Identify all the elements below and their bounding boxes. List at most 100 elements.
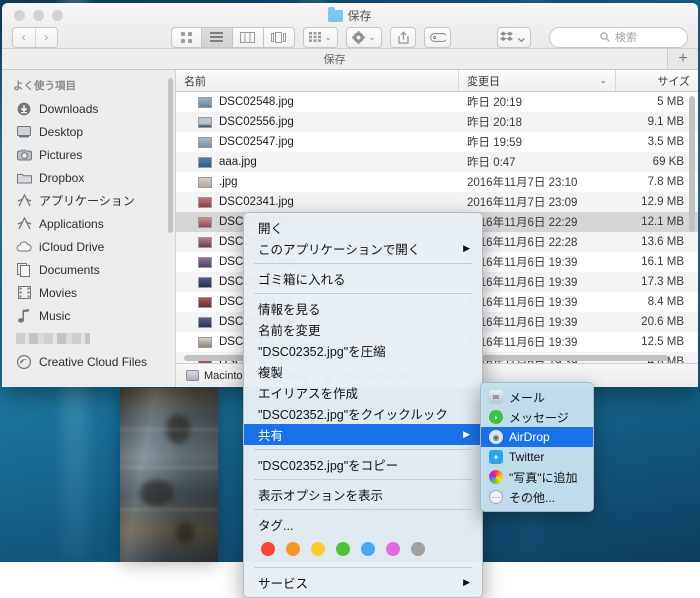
sidebar-item-applications-ja[interactable]: アプリケーション: [2, 189, 175, 212]
search-placeholder: 検索: [615, 29, 637, 45]
share-button[interactable]: [390, 27, 417, 48]
toolbar[interactable]: ‹ › ⌄: [2, 25, 698, 49]
file-date-cell: 昨日 20:18: [459, 114, 616, 130]
menu-item-open-with[interactable]: このアプリケーションで開く ▶: [244, 238, 482, 259]
sidebar-item-creative-cloud-files[interactable]: Creative Cloud Files: [2, 350, 175, 373]
menu-item-show-view-options[interactable]: 表示オプションを表示: [244, 484, 482, 505]
menu-item-move-to-trash[interactable]: ゴミ箱に入れる: [244, 268, 482, 289]
sidebar-item-label: Pictures: [39, 148, 82, 162]
tag-color-gray[interactable]: [411, 542, 425, 556]
back-button[interactable]: ‹: [13, 28, 36, 47]
forward-button[interactable]: ›: [36, 28, 58, 47]
table-row[interactable]: DSC02547.jpg昨日 19:593.5 MB: [176, 132, 698, 152]
file-size-cell: 9.1 MB: [616, 116, 698, 128]
tab-hozon[interactable]: 保存: [2, 49, 668, 69]
menu-item-get-info[interactable]: 情報を見る: [244, 298, 482, 319]
file-name-cell: DSC02556.jpg: [176, 116, 459, 128]
file-size-cell: 3.5 MB: [616, 136, 698, 148]
menu-item-tags[interactable]: タグ...: [244, 514, 482, 535]
sidebar-item-downloads[interactable]: Downloads: [2, 97, 175, 120]
column-header-name[interactable]: 名前: [176, 70, 459, 91]
menu-item-compress[interactable]: "DSC02352.jpg"を圧縮: [244, 340, 482, 361]
downloads-icon: [16, 101, 32, 117]
icon-view-button[interactable]: [171, 27, 202, 48]
tab-bar[interactable]: 保存 +: [2, 49, 698, 70]
search-input[interactable]: 検索: [549, 27, 688, 48]
tag-color-purple[interactable]: [386, 542, 400, 556]
sidebar-item-icloud-drive[interactable]: iCloud Drive: [2, 235, 175, 258]
tag-color-swatches[interactable]: [244, 535, 482, 563]
sidebar-item-redacted[interactable]: [2, 327, 175, 350]
sidebar-item-label: Downloads: [39, 102, 98, 116]
menu-item-rename[interactable]: 名前を変更: [244, 319, 482, 340]
dropbox-button[interactable]: ⌄: [497, 27, 531, 48]
sidebar[interactable]: よく使う項目 Downloads Desktop Pictures: [2, 70, 176, 387]
sidebar-item-movies[interactable]: Movies: [2, 281, 175, 304]
file-name-cell: DSC02547.jpg: [176, 136, 459, 148]
table-row[interactable]: aaa.jpg昨日 0:4769 KB: [176, 152, 698, 172]
action-gear-button[interactable]: ⌄: [346, 27, 381, 48]
share-item-mail[interactable]: ✉ メール: [481, 387, 593, 407]
folder-icon: [328, 10, 343, 22]
context-menu[interactable]: 開く このアプリケーションで開く ▶ ゴミ箱に入れる 情報を見る 名前を変更 "…: [243, 212, 483, 598]
share-item-airdrop[interactable]: ◉ AirDrop: [481, 427, 593, 447]
menu-item-open[interactable]: 開く: [244, 217, 482, 238]
menu-item-quick-look[interactable]: "DSC02352.jpg"をクイックルック: [244, 403, 482, 424]
list-view-button[interactable]: [202, 27, 233, 48]
share-item-messages[interactable]: ◗ メッセージ: [481, 407, 593, 427]
navigation-buttons[interactable]: ‹ ›: [12, 27, 58, 48]
tag-color-orange[interactable]: [286, 542, 300, 556]
new-tab-button[interactable]: +: [668, 49, 698, 69]
tag-button[interactable]: [424, 27, 451, 48]
file-date-cell: 昨日 19:59: [459, 134, 616, 150]
redacted-item: [16, 333, 90, 344]
pier-post: [120, 388, 218, 562]
sidebar-item-dropbox[interactable]: Dropbox: [2, 166, 175, 189]
window-title: 保存: [2, 7, 698, 24]
table-row[interactable]: DSC02556.jpg昨日 20:189.1 MB: [176, 112, 698, 132]
share-item-twitter[interactable]: ✦ Twitter: [481, 447, 593, 467]
sidebar-item-pictures[interactable]: Pictures: [2, 143, 175, 166]
menu-item-copy[interactable]: "DSC02352.jpg"をコピー: [244, 454, 482, 475]
column-header-size[interactable]: サイズ: [616, 70, 698, 91]
column-view-button[interactable]: [233, 27, 264, 48]
sidebar-item-label: iCloud Drive: [39, 240, 104, 254]
arrange-button[interactable]: ⌄: [303, 27, 338, 48]
share-item-more[interactable]: ··· その他...: [481, 487, 593, 507]
tag-color-red[interactable]: [261, 542, 275, 556]
share-item-photos[interactable]: "写真"に追加: [481, 467, 593, 487]
sidebar-item-label: Applications: [39, 217, 104, 231]
view-mode-segmented-control[interactable]: [171, 27, 295, 48]
window-title-label: 保存: [347, 7, 371, 24]
submenu-arrow-icon: ▶: [463, 429, 470, 440]
menu-item-share[interactable]: 共有 ▶: [244, 424, 482, 445]
column-header-date[interactable]: 変更日 ⌄: [459, 70, 616, 91]
sidebar-item-music[interactable]: Music: [2, 304, 175, 327]
table-row[interactable]: .jpg2016年11月7日 23:107.8 MB: [176, 172, 698, 192]
file-list-vertical-scrollbar[interactable]: [689, 96, 695, 232]
tag-color-yellow[interactable]: [311, 542, 325, 556]
sort-chevron-down-icon: ⌄: [599, 75, 607, 86]
column-headers[interactable]: 名前 変更日 ⌄ サイズ: [176, 70, 698, 92]
chevron-down-icon: ⌄: [324, 32, 332, 43]
menu-item-duplicate[interactable]: 複製: [244, 361, 482, 382]
tag-color-blue[interactable]: [361, 542, 375, 556]
sidebar-scrollbar[interactable]: [168, 78, 173, 233]
file-thumbnail: [198, 117, 212, 128]
cloud-icon: [16, 239, 32, 255]
tag-color-green[interactable]: [336, 542, 350, 556]
column-header-name-label: 名前: [184, 73, 206, 89]
window-titlebar[interactable]: 保存 ‹ ›: [2, 3, 698, 49]
sidebar-item-desktop[interactable]: Desktop: [2, 120, 175, 143]
sidebar-item-documents[interactable]: Documents: [2, 258, 175, 281]
sidebar-item-applications[interactable]: Applications: [2, 212, 175, 235]
file-name-cell: DSC02548.jpg: [176, 96, 459, 108]
table-row[interactable]: DSC02341.jpg2016年11月7日 23:0912.9 MB: [176, 192, 698, 212]
applications-icon: [16, 193, 32, 209]
menu-item-make-alias[interactable]: エイリアスを作成: [244, 382, 482, 403]
menu-item-services[interactable]: サービス ▶: [244, 572, 482, 593]
menu-separator: [254, 509, 472, 510]
gallery-view-button[interactable]: [264, 27, 295, 48]
share-submenu[interactable]: ✉ メール ◗ メッセージ ◉ AirDrop ✦ Twitter "写真"に追…: [480, 382, 594, 512]
table-row[interactable]: DSC02548.jpg昨日 20:195 MB: [176, 92, 698, 112]
